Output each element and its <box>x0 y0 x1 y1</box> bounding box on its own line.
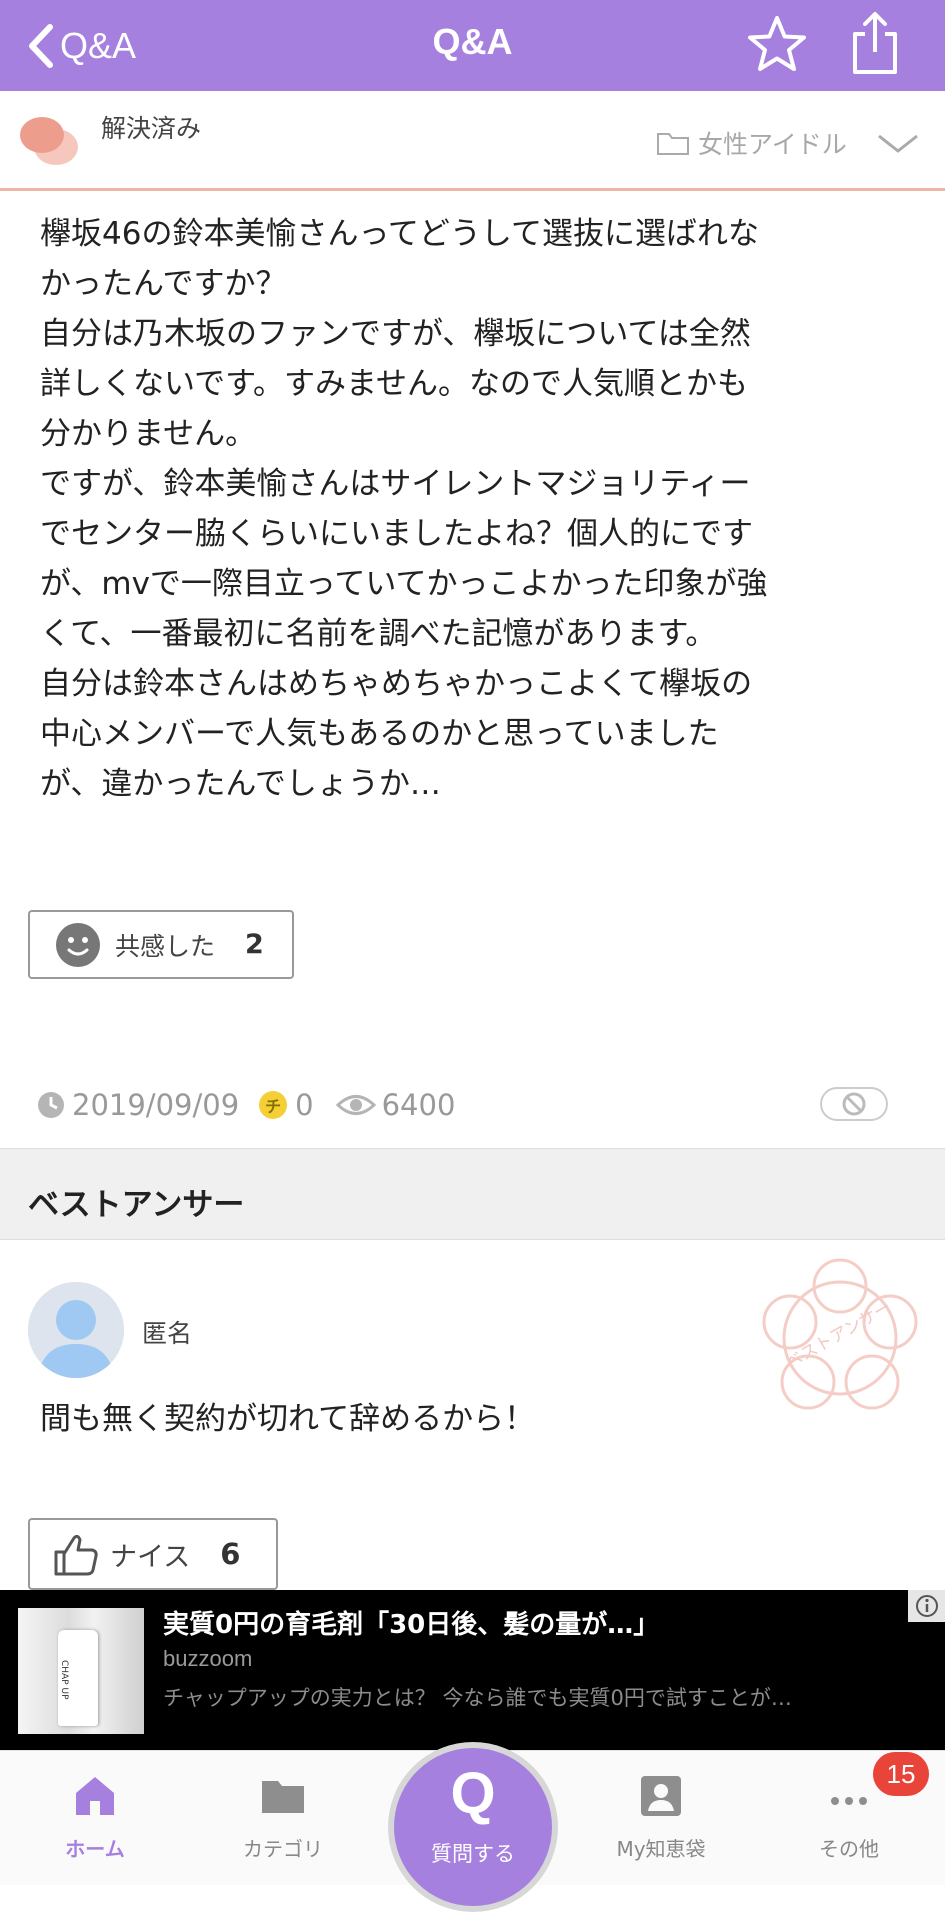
home-icon <box>76 1777 114 1815</box>
nav-my-label: My知恵袋 <box>616 1837 706 1861</box>
avatar[interactable] <box>28 1282 124 1378</box>
category-link[interactable]: 女性アイドル <box>656 125 847 161</box>
back-button[interactable]: Q&A <box>26 18 136 74</box>
nav-home[interactable]: ホーム <box>25 1773 165 1862</box>
best-answer-stamp-icon: ベストアンサー <box>762 1258 918 1410</box>
nav-my[interactable]: My知恵袋 <box>591 1773 731 1862</box>
product-label: CHAP UP <box>59 1660 69 1700</box>
question-text: 欅坂46の鈴本美愉さんってどうして選抜に選ばれな かったんですか？ 自分は乃木坂… <box>40 216 768 802</box>
stamp-text: ベストアンサー <box>782 1297 895 1374</box>
coin-icon: チ <box>259 1091 288 1119</box>
app-header: Q&A Q&A <box>0 0 945 91</box>
chat-bubbles-icon <box>20 117 78 165</box>
ask-q-icon: Q <box>450 1761 496 1826</box>
clock-icon <box>38 1092 64 1118</box>
nice-button[interactable]: ナイス 6 <box>28 1518 278 1590</box>
nice-count: 6 <box>220 1537 241 1571</box>
ad-banner[interactable]: CHAP UP 実質0円の育毛剤「30日後、髪の量が…」 buzzoom チャッ… <box>0 1590 945 1750</box>
nav-home-label: ホーム <box>65 1837 125 1861</box>
chevron-left-icon <box>29 24 53 68</box>
star-icon[interactable] <box>745 12 809 76</box>
empathy-count: 2 <box>245 929 264 960</box>
question-meta: 2019/09/09 チ 0 6400 <box>36 1085 906 1125</box>
nav-category-label: カテゴリ <box>243 1837 323 1861</box>
category-label: 女性アイドル <box>698 130 847 159</box>
empathy-label: 共感した <box>115 931 216 961</box>
nice-label: ナイス <box>110 1541 191 1573</box>
ad-description: チャップアップの実力とは？ 今なら誰でも実質0円で試すことが… <box>163 1686 792 1710</box>
best-answer-header: ベストアンサー <box>0 1148 945 1240</box>
product-bottle: CHAP UP <box>58 1630 98 1726</box>
best-answer-title: ベストアンサー <box>28 1187 245 1223</box>
thumbs-up-icon <box>54 1534 98 1576</box>
share-icon[interactable] <box>845 8 905 78</box>
back-label: Q&A <box>60 25 137 66</box>
answer-text: 間も無く契約が切れて辞めるから！ <box>40 1401 536 1437</box>
info-icon <box>915 1595 938 1617</box>
smiley-icon <box>56 922 100 967</box>
chevron-down-icon[interactable] <box>876 131 920 157</box>
ad-thumbnail[interactable]: CHAP UP <box>18 1608 144 1734</box>
block-icon <box>842 1092 866 1116</box>
folder-icon <box>657 133 689 155</box>
ask-question-button[interactable]: Q 質問する <box>388 1742 558 1912</box>
post-date: 2019/09/09 <box>72 1088 240 1122</box>
ad-title[interactable]: 実質0円の育毛剤「30日後、髪の量が…」 <box>163 1604 659 1641</box>
ad-source: buzzoom <box>163 1646 253 1671</box>
folder-icon <box>262 1781 304 1813</box>
nav-other-label: その他 <box>819 1837 879 1861</box>
answer-username: 匿名 <box>142 1319 193 1348</box>
user-silhouette-icon <box>28 1282 124 1378</box>
ad-info-button[interactable] <box>908 1590 945 1622</box>
notification-badge: 15 <box>873 1752 929 1796</box>
question-status-row: 解決済み 女性アイドル <box>0 91 945 191</box>
more-dots-icon <box>831 1797 867 1805</box>
hide-button[interactable] <box>820 1087 888 1121</box>
empathy-button[interactable]: 共感した 2 <box>28 910 294 979</box>
profile-card-icon <box>641 1776 681 1816</box>
coin-count: 0 <box>295 1088 314 1122</box>
nav-category[interactable]: カテゴリ <box>213 1773 353 1862</box>
resolved-label: 解決済み <box>101 114 202 143</box>
eye-icon <box>335 1095 376 1115</box>
ask-label: 質問する <box>431 1842 515 1866</box>
view-count: 6400 <box>381 1088 456 1122</box>
